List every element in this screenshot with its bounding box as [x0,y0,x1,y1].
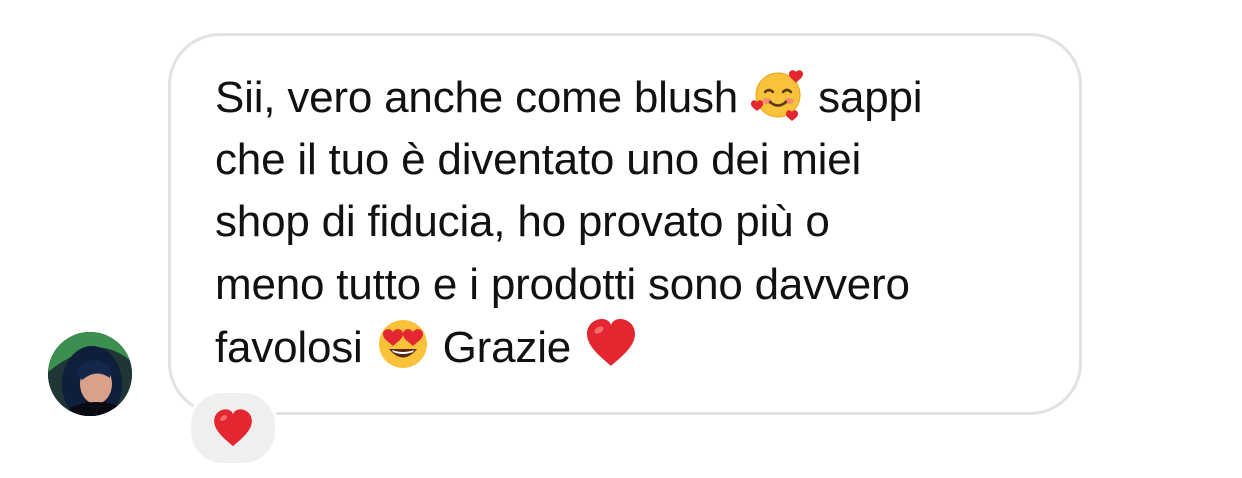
smiling-face-with-hearts-icon [750,66,806,122]
message-text-segment: Sii, vero anche come blush [215,73,739,122]
reaction-badge[interactable] [188,390,278,466]
message-text: Sii, vero anche come blush sappi che il … [215,66,1055,379]
message-text-segment: Grazie [442,323,572,372]
message-line: Sii, vero anche come blush sappi [215,66,1055,129]
avatar[interactable] [48,332,132,416]
message-text-segment: favolosi [215,323,363,372]
message-line: meno tutto e i prodotti sono davvero [215,259,910,309]
red-heart-icon [583,316,639,372]
message-line: favolosi Grazie [215,316,1055,379]
message-text-segment: sappi [818,73,923,122]
message-line: shop di fiducia, ho provato più o [215,197,830,246]
heart-eyes-icon [375,316,431,372]
message-line: che il tuo è diventato uno dei miei [215,134,862,184]
red-heart-icon [214,409,252,447]
